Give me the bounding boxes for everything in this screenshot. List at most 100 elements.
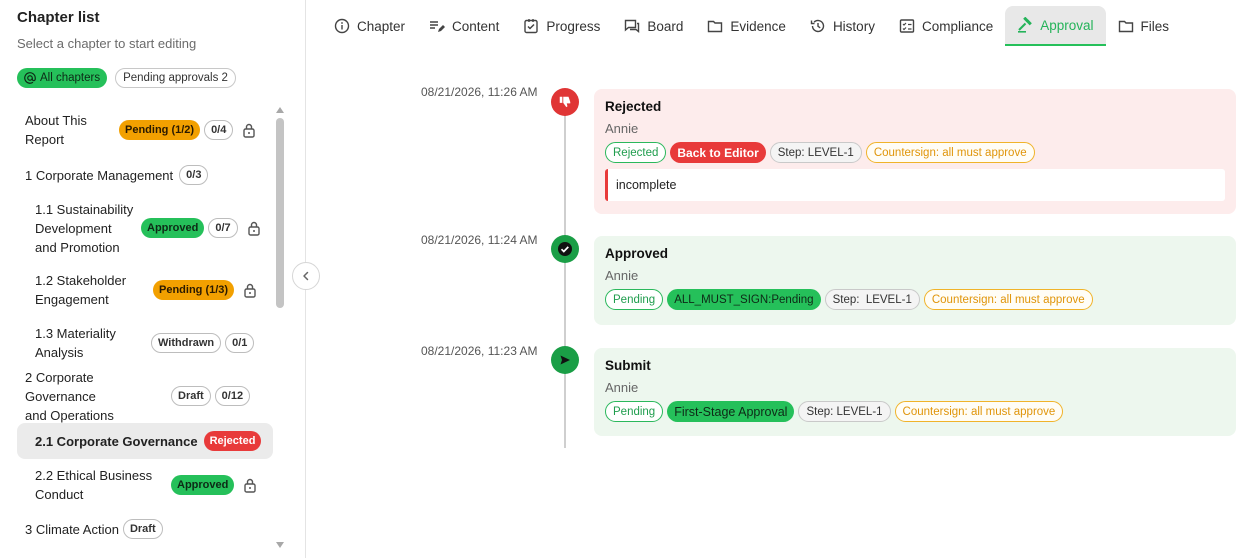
- chapter-item-1-1[interactable]: 1.1 Sustainability Development and Promo…: [17, 198, 273, 258]
- step-chip: Step: LEVEL-1: [798, 401, 891, 422]
- chapter-list-scrollbar[interactable]: [274, 104, 286, 548]
- scroll-down-arrow-icon[interactable]: [276, 542, 284, 548]
- card-chips: Pending First-Stage Approval Step: LEVEL…: [605, 401, 1225, 422]
- tab-board[interactable]: Board: [612, 6, 695, 46]
- status-badge: Approved: [171, 475, 235, 495]
- progress-count-badge: 0/4: [204, 120, 234, 140]
- chapter-list: About This Report Pending (1/2) 0/4 1 Co…: [0, 104, 274, 554]
- chapter-label: About This: [25, 113, 87, 128]
- check-circle-icon: [558, 242, 572, 256]
- tab-compliance[interactable]: Compliance: [887, 6, 1005, 46]
- folder-icon: [708, 20, 723, 33]
- scroll-up-arrow-icon[interactable]: [276, 107, 284, 113]
- progress-count-badge: 0/3: [179, 165, 209, 185]
- filter-pending-label: Pending approvals 2: [123, 72, 228, 84]
- chapter-label: 1.3 Materiality: [35, 326, 116, 341]
- chapter-item-1[interactable]: 1 Corporate Management 0/3: [17, 164, 273, 186]
- tab-label: Files: [1140, 18, 1170, 34]
- chapter-sidebar: Chapter list Select a chapter to start e…: [0, 0, 306, 558]
- status-chip: Pending: [605, 289, 664, 310]
- lock-icon: [247, 221, 260, 236]
- chapter-item-2-2[interactable]: 2.2 Ethical Business Conduct Approved: [17, 465, 273, 505]
- tab-label: Chapter: [357, 18, 406, 34]
- progress-count-badge: 0/7: [208, 218, 238, 238]
- approval-card-approved: Approved Annie Pending ALL_MUST_SIGN:Pen…: [594, 236, 1236, 325]
- stage-chip: ALL_MUST_SIGN:Pending: [667, 289, 821, 310]
- stage-chip: First-Stage Approval: [667, 401, 795, 422]
- status-badge: Draft: [171, 386, 211, 406]
- timeline-dot-rejected: [551, 88, 579, 116]
- filter-all-chapters[interactable]: All chapters: [17, 68, 108, 88]
- tab-label: Compliance: [921, 18, 994, 34]
- card-title: Approved: [605, 246, 669, 261]
- chapter-item-about[interactable]: About This Report Pending (1/2) 0/4: [17, 110, 273, 150]
- edit-lines-icon: [430, 21, 446, 32]
- status-badge: Draft: [122, 519, 163, 539]
- history-icon: [810, 19, 825, 33]
- action-chip: Back to Editor: [670, 142, 766, 163]
- chapter-label: 2.1 Corporate Governance: [35, 433, 198, 449]
- gavel-icon: [1018, 17, 1033, 33]
- sidebar-title: Chapter list: [17, 9, 100, 26]
- chapter-label-line2: Development: [35, 220, 112, 236]
- card-chips: Rejected Back to Editor Step: LEVEL-1 Co…: [605, 142, 1225, 163]
- status-badge: Approved: [141, 218, 205, 238]
- tab-bar: Chapter Content Progress Board Evidence …: [322, 6, 1181, 46]
- tab-approval[interactable]: Approval: [1005, 6, 1106, 46]
- chevron-left-icon: [303, 271, 309, 281]
- at-sign-icon: [24, 72, 36, 84]
- chapter-item-2-1[interactable]: 2.1 Corporate Governance Rejected: [17, 423, 273, 459]
- timeline-dot-approved: [551, 235, 579, 263]
- chapter-label-line2: Report: [25, 132, 65, 147]
- countersign-chip: Countersign: all must approve: [923, 289, 1093, 310]
- status-chip: Rejected: [605, 142, 667, 163]
- chapter-label-line2: Analysis: [35, 345, 84, 360]
- filter-all-label: All chapters: [40, 72, 101, 84]
- rejection-comment: incomplete: [605, 169, 1225, 201]
- status-badge: Withdrawn: [151, 333, 222, 353]
- filter-chips: All chapters Pending approvals 2: [17, 68, 236, 88]
- tab-progress[interactable]: Progress: [511, 6, 612, 46]
- chapter-item-1-3[interactable]: 1.3 Materiality Analysis Withdrawn 0/1: [17, 323, 273, 363]
- sidebar-subtitle: Select a chapter to start editing: [17, 36, 197, 51]
- tab-files[interactable]: Files: [1106, 6, 1182, 46]
- tab-label: Board: [647, 18, 684, 34]
- lock-icon: [244, 478, 257, 493]
- timeline-dot-submit: [551, 346, 579, 374]
- status-badge: Pending (1/3): [153, 280, 235, 300]
- chapter-label-line3: and Promotion: [35, 239, 120, 255]
- tab-history[interactable]: History: [798, 6, 887, 46]
- card-title: Submit: [605, 358, 651, 373]
- approval-card-submit: Submit Annie Pending First-Stage Approva…: [594, 348, 1236, 436]
- countersign-chip: Countersign: all must approve: [865, 142, 1035, 163]
- chapter-label-line2: Conduct: [35, 487, 84, 502]
- status-badge: Rejected: [203, 431, 262, 451]
- card-user: Annie: [605, 380, 639, 395]
- filter-pending-approvals[interactable]: Pending approvals 2: [115, 68, 236, 88]
- thumbs-down-icon: [559, 96, 571, 108]
- progress-count-badge: 0/12: [214, 386, 251, 406]
- collapse-sidebar-button[interactable]: [292, 262, 320, 290]
- tab-chapter[interactable]: Chapter: [322, 6, 417, 46]
- tab-content[interactable]: Content: [417, 6, 511, 46]
- timeline-line: [564, 100, 566, 448]
- chapter-item-3[interactable]: 3 Climate Action Draft: [17, 518, 273, 540]
- chapter-label: 2.2 Ethical Business: [35, 468, 153, 483]
- chapter-label: 1.1 Sustainability: [35, 201, 134, 217]
- scroll-thumb[interactable]: [276, 118, 284, 308]
- status-chip: Pending: [605, 401, 664, 422]
- step-chip: Step: LEVEL-1: [824, 289, 920, 310]
- status-badge: Pending (1/2): [119, 120, 201, 140]
- chat-board-icon: [625, 19, 640, 33]
- countersign-chip: Countersign: all must approve: [894, 401, 1064, 422]
- timeline-timestamp: 08/21/2026, 11:23 AM: [421, 344, 538, 358]
- tab-label: History: [832, 18, 875, 34]
- checkbox-icon: [524, 19, 539, 34]
- timeline-timestamp: 08/21/2026, 11:24 AM: [421, 233, 538, 247]
- chapter-item-1-2[interactable]: 1.2 Stakeholder Engagement Pending (1/3): [17, 270, 273, 310]
- chapter-label-line2: Engagement: [35, 292, 109, 307]
- chapter-item-2[interactable]: 2 Corporate Governance and Operations Dr…: [17, 370, 273, 423]
- tab-evidence[interactable]: Evidence: [695, 6, 798, 46]
- tab-label: Progress: [546, 18, 601, 34]
- card-chips: Pending ALL_MUST_SIGN:Pending Step: LEVE…: [605, 289, 1225, 310]
